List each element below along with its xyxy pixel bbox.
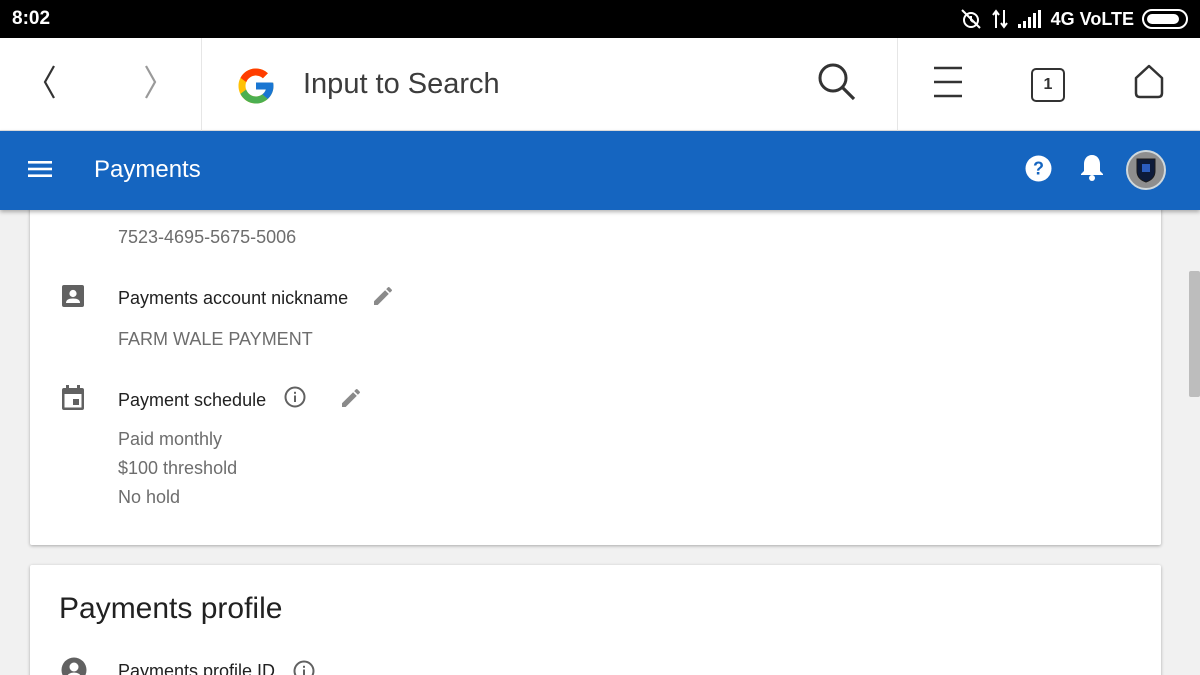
payments-profile-card: Payments profile Payments profile ID	[30, 565, 1161, 675]
back-icon	[40, 64, 60, 105]
status-bar: 8:02 4G VoLTE	[0, 0, 1200, 38]
hamburger-icon	[28, 160, 52, 183]
search-button[interactable]	[787, 38, 887, 131]
status-icons: 4G VoLTE	[959, 7, 1188, 31]
bell-icon	[1080, 154, 1104, 186]
search-input[interactable]: Input to Search	[303, 68, 500, 101]
tabs-icon: 1	[1031, 67, 1065, 102]
help-button[interactable]: ?	[1023, 155, 1053, 187]
account-circle-icon	[61, 657, 87, 675]
browser-menu-button[interactable]	[898, 38, 998, 131]
nav-menu-button[interactable]	[22, 153, 58, 189]
back-button[interactable]	[0, 38, 100, 131]
home-button[interactable]	[1098, 38, 1200, 131]
account-id-value: 7523-4695-5675-5006	[118, 227, 297, 247]
status-time: 8:02	[12, 8, 51, 29]
account-button[interactable]	[1126, 150, 1166, 190]
alarm-off-icon	[959, 7, 983, 31]
account-box-icon	[61, 284, 85, 313]
page-scrollbar[interactable]	[1189, 271, 1200, 397]
svg-text:?: ?	[1033, 159, 1044, 179]
schedule-threshold: $100 threshold	[118, 458, 238, 478]
tabs-button[interactable]: 1	[998, 38, 1098, 131]
google-logo	[235, 65, 277, 112]
help-icon: ?	[1025, 155, 1052, 187]
data-transfer-icon	[991, 8, 1009, 30]
forward-button[interactable]	[100, 38, 200, 131]
network-type: 4G VoLTE	[1050, 8, 1134, 29]
menu-icon	[933, 65, 963, 104]
profile-id-label: Payments profile ID	[118, 661, 276, 675]
account-details-card: 7523-4695-5675-5006 Payments account nic…	[30, 195, 1161, 545]
calendar-icon	[61, 385, 85, 416]
schedule-hold: No hold	[118, 487, 181, 507]
notifications-button[interactable]	[1077, 155, 1107, 185]
info-icon[interactable]	[284, 386, 306, 413]
info-icon[interactable]	[293, 660, 315, 675]
forward-icon	[140, 64, 160, 105]
edit-nickname-icon[interactable]	[371, 284, 395, 313]
toolbar-divider	[201, 38, 202, 131]
app-bar: Payments ?	[0, 131, 1200, 210]
nickname-label: Payments account nickname	[118, 288, 349, 308]
edit-schedule-icon[interactable]	[339, 386, 363, 415]
profile-heading: Payments profile	[59, 592, 283, 625]
battery-icon	[1142, 9, 1188, 29]
schedule-frequency: Paid monthly	[118, 429, 223, 449]
schedule-label: Payment schedule	[118, 390, 267, 410]
tab-count: 1	[1043, 75, 1053, 93]
nickname-value: FARM WALE PAYMENT	[118, 329, 313, 349]
page-title: Payments	[94, 156, 201, 183]
signal-icon	[1017, 9, 1043, 29]
battery-level	[1147, 14, 1180, 24]
search-icon	[817, 62, 857, 107]
avatar	[1126, 150, 1166, 190]
browser-toolbar: Input to Search 1	[0, 38, 1200, 131]
home-icon	[1131, 64, 1167, 105]
